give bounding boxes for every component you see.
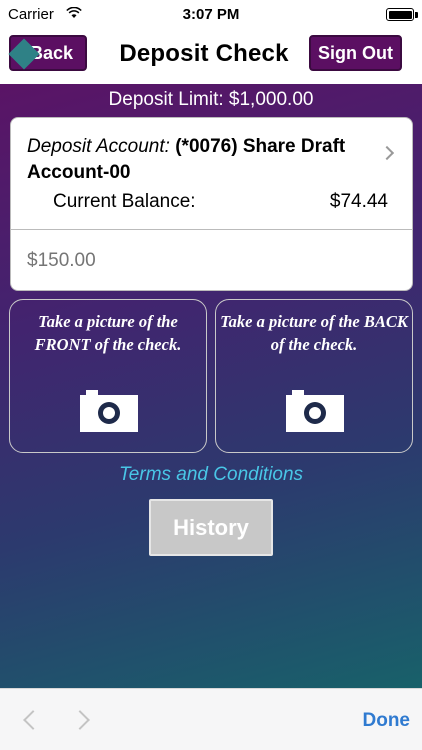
deposit-limit: Deposit Limit: $1,000.00 — [108, 89, 314, 110]
sign-out-label: Sign Out — [318, 42, 393, 63]
account-name: (*0076) Share Draft — [175, 136, 346, 157]
front-photo-button[interactable]: Take a picture of the FRONT of the check… — [9, 299, 207, 453]
back-photo-text: Take a picture of the BACK of the check. — [220, 312, 408, 354]
balance-value: $74.44 — [329, 191, 388, 212]
nav-bar: Back Deposit Check Sign Out — [0, 30, 422, 84]
account-selector[interactable]: Deposit Account: (*0076) Share Draft — [27, 136, 345, 158]
deposit-account-label: Deposit Account: — [27, 136, 170, 157]
history-label: History — [173, 514, 249, 540]
page-title: Deposit Check — [119, 40, 289, 67]
chevron-right-icon[interactable] — [379, 145, 395, 161]
chevron-right-icon[interactable] — [70, 710, 90, 730]
camera-icon — [80, 390, 138, 432]
status-time: 3:07 PM — [182, 6, 240, 23]
chevron-left-icon[interactable] — [23, 710, 43, 730]
amount-input[interactable] — [11, 230, 412, 290]
status-bar: Carrier 3:07 PM — [0, 0, 422, 30]
terms-link[interactable]: Terms and Conditions — [0, 464, 422, 486]
battery-tip — [415, 12, 418, 18]
back-button[interactable]: Back — [8, 35, 87, 71]
back-photo-button[interactable]: Take a picture of the BACK of the check. — [215, 299, 413, 453]
balance-label: Current Balance: — [53, 191, 196, 212]
account-name-cont[interactable]: Account-00 — [27, 162, 130, 184]
account-card: Deposit Account: (*0076) Share Draft Acc… — [10, 117, 413, 291]
sign-out-button[interactable]: Sign Out — [309, 35, 402, 71]
history-button[interactable]: History — [149, 499, 273, 556]
front-photo-text: Take a picture of the FRONT of the check… — [34, 312, 182, 354]
camera-icon — [286, 390, 344, 432]
main-content: Deposit Limit: $1,000.00 Deposit Account… — [0, 84, 422, 688]
keyboard-toolbar: Done — [0, 688, 422, 750]
battery-icon — [386, 8, 414, 21]
done-button[interactable]: Done — [363, 710, 411, 732]
